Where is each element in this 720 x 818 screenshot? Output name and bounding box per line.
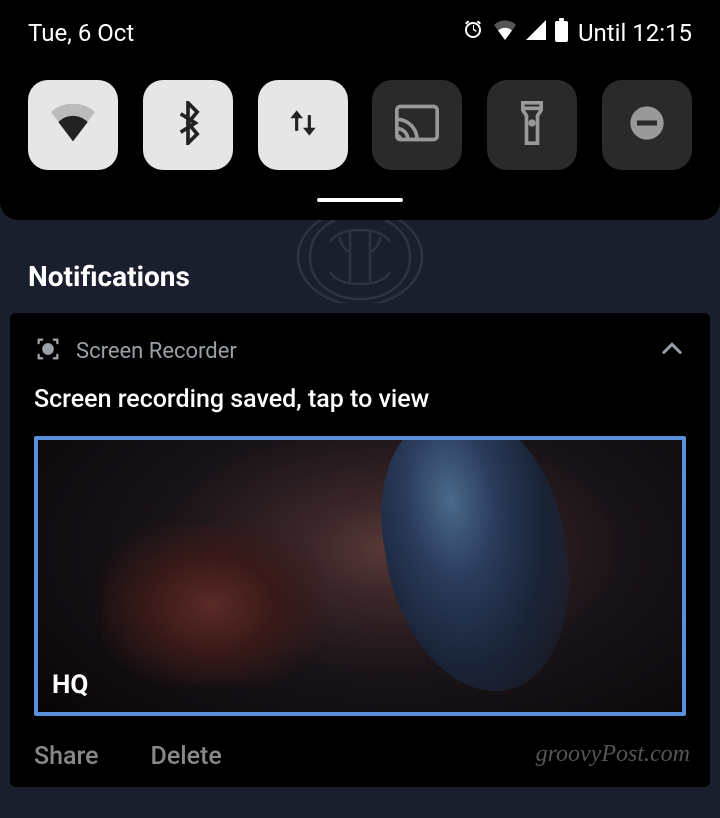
- background-section: Notifications: [0, 220, 720, 303]
- notification-thumbnail[interactable]: HQ: [34, 436, 686, 716]
- collapse-icon[interactable]: [658, 335, 686, 367]
- wifi-icon: [493, 19, 517, 47]
- screen-recorder-icon: [34, 335, 62, 367]
- qs-tile-flashlight[interactable]: [487, 80, 577, 170]
- status-until: Until 12:15: [578, 19, 692, 47]
- cast-icon: [395, 104, 439, 146]
- notification-card[interactable]: Screen Recorder Screen recording saved, …: [10, 313, 710, 787]
- notification-header: Screen Recorder: [34, 335, 686, 367]
- status-icons: [461, 18, 568, 48]
- mobile-data-icon: [284, 104, 322, 146]
- dnd-icon: [627, 103, 667, 147]
- battery-icon: [555, 18, 568, 48]
- quick-settings-panel: Tue, 6 Oct Until 12:15: [0, 0, 720, 220]
- alarm-icon: [461, 18, 485, 48]
- qs-tile-cast[interactable]: [372, 80, 462, 170]
- status-bar: Tue, 6 Oct Until 12:15: [28, 18, 692, 48]
- watermark: groovyPost.com: [536, 741, 690, 768]
- status-right: Until 12:15: [461, 18, 692, 48]
- delete-button[interactable]: Delete: [151, 742, 222, 771]
- qs-drag-handle[interactable]: [317, 198, 403, 202]
- qs-tile-dnd[interactable]: [602, 80, 692, 170]
- notifications-header: Notifications: [28, 260, 692, 293]
- qs-tile-bluetooth[interactable]: [143, 80, 233, 170]
- flashlight-icon: [519, 101, 545, 149]
- status-date: Tue, 6 Oct: [28, 19, 134, 47]
- notification-app-name: Screen Recorder: [76, 339, 237, 364]
- share-button[interactable]: Share: [34, 742, 99, 771]
- cellular-icon: [525, 19, 547, 47]
- bluetooth-icon: [175, 101, 201, 149]
- hq-badge: HQ: [52, 670, 88, 700]
- wifi-icon: [51, 104, 95, 146]
- qs-tile-wifi[interactable]: [28, 80, 118, 170]
- qs-tiles-row: [28, 80, 692, 170]
- qs-tile-mobile-data[interactable]: [258, 80, 348, 170]
- notification-title: Screen recording saved, tap to view: [34, 385, 686, 414]
